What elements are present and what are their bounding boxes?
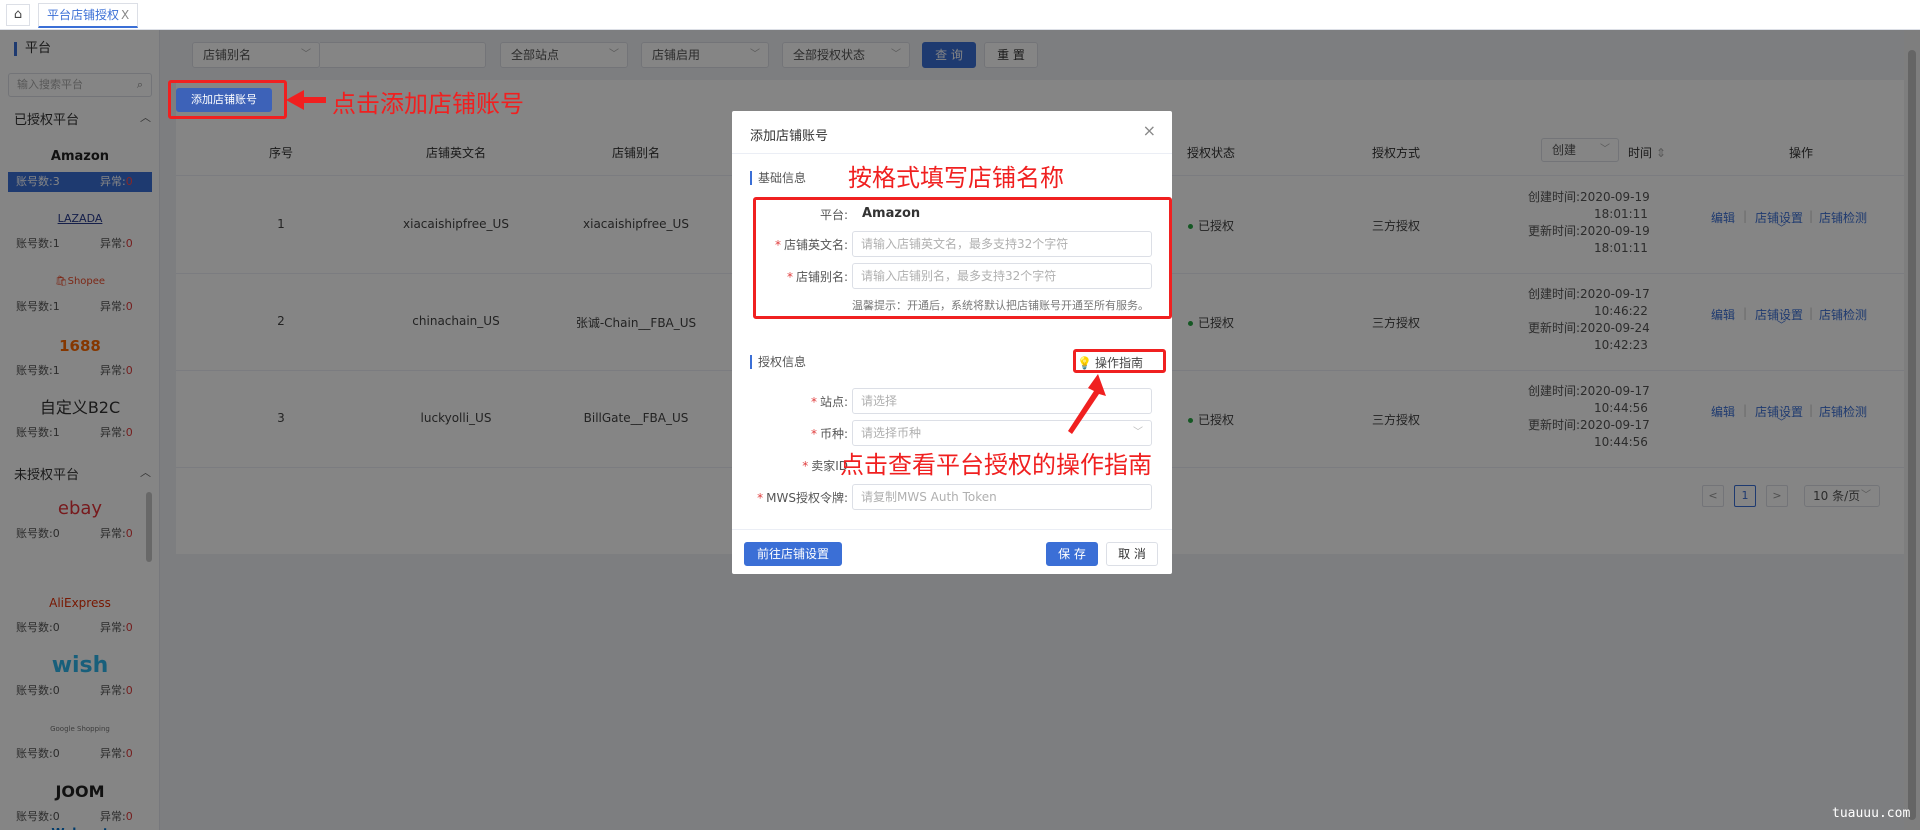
cancel-button[interactable]: 取 消 <box>1106 542 1158 566</box>
tab-label: 平台店铺授权 <box>47 8 120 22</box>
mws-token-input[interactable]: 请复制MWS Auth Token <box>852 484 1152 510</box>
tab-close-icon[interactable]: X <box>121 8 129 22</box>
annotation-view-guide: 点击查看平台授权的操作指南 <box>840 451 1152 479</box>
dialog-title: 添加店铺账号 <box>750 129 829 144</box>
goto-shop-settings-button[interactable]: 前往店铺设置 <box>744 542 842 566</box>
arrow-up-icon <box>1068 374 1106 434</box>
mws-label-text: MWS授权令牌: <box>766 491 848 505</box>
highlight-name-fields <box>753 197 1172 319</box>
divider <box>732 153 1172 154</box>
auth-info-section-title: 授权信息 <box>750 355 806 369</box>
highlight-guide-link <box>1073 349 1166 373</box>
currency-label: * 币种: <box>810 427 848 441</box>
mws-placeholder: 请复制MWS Auth Token <box>861 490 997 504</box>
annotation-fill-name: 按格式填写店铺名称 <box>848 164 1064 192</box>
site-label: * 站点: <box>810 395 848 409</box>
mws-row: * MWS授权令牌: 请复制MWS Auth Token <box>732 484 1172 510</box>
tab-platform-store-auth[interactable]: 平台店铺授权 X <box>38 3 139 28</box>
highlight-add-button <box>168 80 287 119</box>
basic-info-section-title: 基础信息 <box>750 171 806 185</box>
annotation-add-account: 点击添加店铺账号 <box>332 90 524 118</box>
top-tab-bar: ⌂ 平台店铺授权 X <box>0 0 1920 30</box>
watermark: tuauuu.com <box>1832 806 1911 821</box>
home-icon[interactable]: ⌂ <box>6 4 30 26</box>
divider <box>732 529 1172 530</box>
site-label-text: 站点: <box>819 395 848 409</box>
arrow-left-icon <box>286 90 326 110</box>
close-icon[interactable]: × <box>1143 121 1156 140</box>
currency-placeholder: 请选择币种 <box>861 426 922 440</box>
site-placeholder: 请选择 <box>861 394 898 408</box>
save-button[interactable]: 保 存 <box>1046 542 1098 566</box>
mws-label: * MWS授权令牌: <box>757 491 848 505</box>
chevron-down-icon: ﹀ <box>1133 427 1143 438</box>
currency-label-text: 币种: <box>819 427 848 441</box>
